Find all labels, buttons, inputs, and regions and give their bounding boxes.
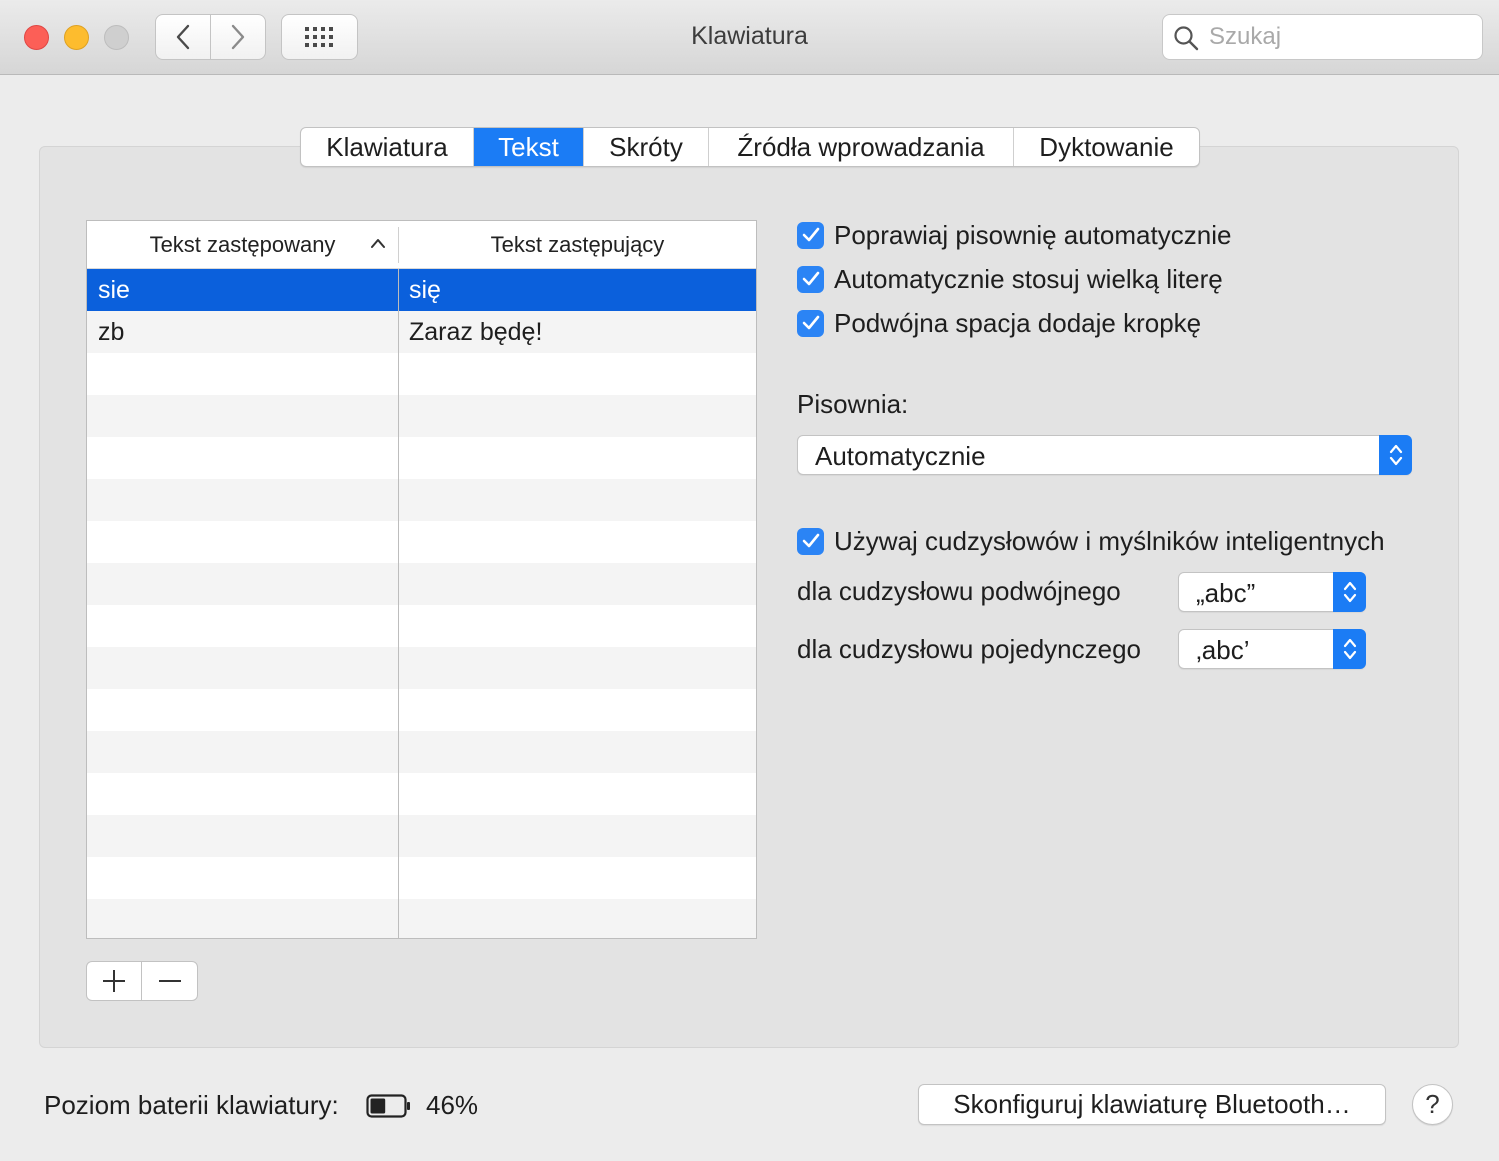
column-divider bbox=[398, 269, 399, 938]
column-header-with[interactable]: Tekst zastępujący bbox=[399, 221, 756, 269]
cell-with[interactable]: Zaraz będę! bbox=[398, 311, 756, 353]
auto-capitalize-checkbox[interactable] bbox=[797, 265, 824, 293]
help-button[interactable]: ? bbox=[1412, 1084, 1453, 1125]
up-down-chevron-icon bbox=[1343, 581, 1356, 603]
double-quote-label: dla cudzysłowu podwójnego bbox=[797, 576, 1121, 606]
double-quote-popup[interactable]: „abc” bbox=[1178, 572, 1366, 612]
table-rows: sie się zb Zaraz będę! bbox=[87, 269, 756, 938]
popup-arrows bbox=[1333, 572, 1366, 612]
auto-correct-option[interactable]: Poprawiaj pisownię automatycznie bbox=[797, 220, 1231, 250]
single-quote-label: dla cudzysłowu pojedynczego bbox=[797, 634, 1141, 664]
empty-row bbox=[87, 437, 756, 479]
double-space-period-checkbox[interactable] bbox=[797, 309, 824, 337]
checkmark-icon bbox=[802, 533, 819, 548]
smart-quotes-checkbox[interactable] bbox=[797, 527, 824, 555]
empty-row bbox=[87, 815, 756, 857]
smart-quotes-option[interactable]: Używaj cudzysłowów i myślników inteligen… bbox=[797, 526, 1385, 556]
popup-arrows bbox=[1333, 629, 1366, 669]
double-quote-value: „abc” bbox=[1196, 578, 1256, 608]
spelling-label: Pisownia: bbox=[797, 389, 909, 419]
empty-row bbox=[87, 479, 756, 521]
up-down-chevron-icon bbox=[1343, 638, 1356, 660]
checkmark-icon bbox=[802, 227, 819, 242]
empty-row bbox=[87, 773, 756, 815]
empty-row bbox=[87, 521, 756, 563]
checkmark-icon bbox=[802, 315, 819, 330]
tab-zrodla-wprowadzania[interactable]: Źródła wprowadzania bbox=[709, 128, 1014, 166]
battery-fill bbox=[370, 1098, 386, 1114]
auto-capitalize-label: Automatycznie stosuj wielką literę bbox=[834, 263, 1223, 294]
tab-tekst[interactable]: Tekst bbox=[474, 128, 584, 166]
double-space-period-option[interactable]: Podwójna spacja dodaje kropkę bbox=[797, 308, 1201, 338]
smart-quotes-label: Używaj cudzysłowów i myślników inteligen… bbox=[834, 525, 1385, 556]
empty-row bbox=[87, 689, 756, 731]
search-field[interactable] bbox=[1162, 14, 1483, 60]
text-replacement-table[interactable]: Tekst zastępowany Tekst zastępujący sie … bbox=[86, 220, 757, 939]
battery-icon bbox=[366, 1094, 410, 1118]
auto-capitalize-option[interactable]: Automatycznie stosuj wielką literę bbox=[797, 264, 1223, 294]
title-bar: Klawiatura bbox=[0, 0, 1499, 75]
tab-dyktowanie[interactable]: Dyktowanie bbox=[1014, 128, 1199, 166]
empty-row bbox=[87, 647, 756, 689]
popup-arrows bbox=[1379, 435, 1412, 475]
empty-row bbox=[87, 395, 756, 437]
sort-ascending-icon[interactable] bbox=[370, 237, 386, 249]
plus-icon bbox=[103, 970, 125, 992]
search-input[interactable] bbox=[1209, 21, 1469, 53]
column-header-replace[interactable]: Tekst zastępowany bbox=[87, 221, 398, 269]
empty-row bbox=[87, 605, 756, 647]
add-button[interactable] bbox=[87, 962, 142, 1000]
up-down-chevron-icon bbox=[1389, 444, 1402, 466]
auto-correct-label: Poprawiaj pisownię automatycznie bbox=[834, 219, 1232, 250]
battery-level-label: Poziom baterii klawiatury: bbox=[44, 1090, 339, 1120]
empty-row bbox=[87, 857, 756, 899]
cell-replace[interactable]: zb bbox=[87, 311, 398, 353]
cell-replace[interactable]: sie bbox=[87, 269, 398, 311]
table-header: Tekst zastępowany Tekst zastępujący bbox=[87, 221, 756, 269]
add-remove-control bbox=[86, 961, 198, 1001]
double-space-period-label: Podwójna spacja dodaje kropkę bbox=[834, 307, 1202, 338]
checkmark-icon bbox=[802, 271, 819, 286]
empty-row bbox=[87, 731, 756, 773]
battery-percent: 46% bbox=[426, 1090, 479, 1120]
empty-row bbox=[87, 353, 756, 395]
spelling-popup[interactable]: Automatycznie bbox=[797, 435, 1412, 475]
table-row[interactable]: sie się bbox=[87, 269, 756, 311]
search-icon bbox=[1174, 26, 1199, 51]
empty-row bbox=[87, 563, 756, 605]
empty-row bbox=[87, 899, 756, 938]
single-quote-value: ‚abc’ bbox=[1196, 635, 1250, 665]
tab-skroty[interactable]: Skróty bbox=[584, 128, 709, 166]
setup-bluetooth-keyboard-button[interactable]: Skonfiguruj klawiaturę Bluetooth… bbox=[918, 1084, 1386, 1125]
remove-button[interactable] bbox=[142, 962, 197, 1000]
minus-icon bbox=[158, 980, 181, 982]
table-row[interactable]: zb Zaraz będę! bbox=[87, 311, 756, 353]
auto-correct-checkbox[interactable] bbox=[797, 221, 824, 249]
spelling-value: Automatycznie bbox=[815, 441, 986, 471]
tab-bar: Klawiatura Tekst Skróty Źródła wprowadza… bbox=[300, 127, 1200, 167]
tab-klawiatura[interactable]: Klawiatura bbox=[301, 128, 474, 166]
single-quote-popup[interactable]: ‚abc’ bbox=[1178, 629, 1366, 669]
cell-with[interactable]: się bbox=[398, 269, 756, 311]
